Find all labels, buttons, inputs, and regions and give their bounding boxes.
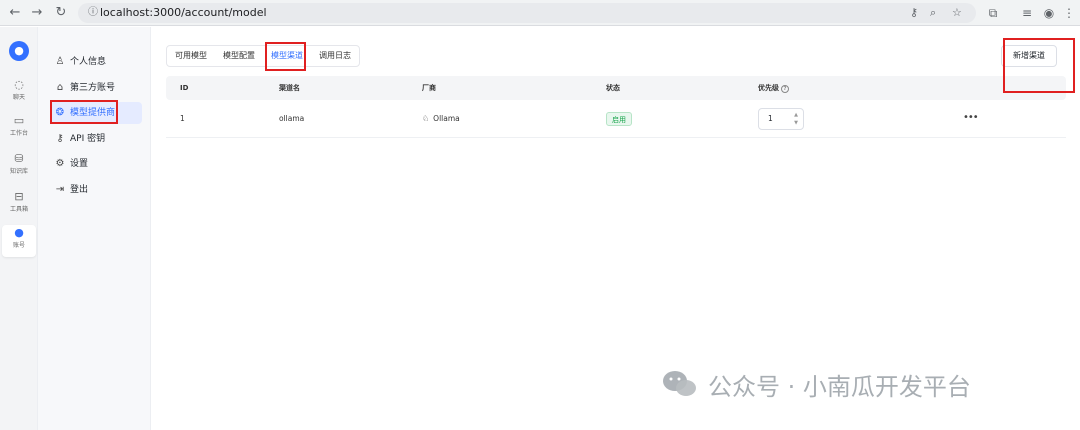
sidebar-item-label: 登出: [70, 185, 89, 195]
main-content: 可用模型 模型配置 模型渠道 调用日志 新增渠道 ID 渠道名 厂商 状态 优先…: [151, 27, 1080, 430]
column-header-id: ID: [180, 84, 189, 92]
extensions-icon[interactable]: ⧉: [984, 4, 1002, 22]
priority-stepper[interactable]: 1 ▲ ▼: [758, 108, 804, 130]
workbench-icon: ▭: [13, 114, 25, 127]
help-icon[interactable]: ?: [781, 85, 789, 93]
logout-icon: ⇥: [55, 184, 65, 195]
priority-value: 1: [768, 114, 773, 123]
cell-vendor: ♘ Ollama: [422, 114, 460, 123]
tab-call-logs[interactable]: 调用日志: [311, 46, 359, 66]
wechat-logo-icon: [663, 371, 696, 396]
sidebar-item-label: 设置: [70, 159, 89, 169]
rail-item-label: 工作台: [9, 130, 28, 137]
forward-icon[interactable]: →: [28, 4, 46, 22]
table-row: 1 ollama ♘ Ollama 启用 1 ▲ ▼ •••: [166, 100, 1066, 138]
rail-item-label: 知识库: [9, 168, 28, 175]
account-sidebar: ♙ 个人信息 ⌂ 第三方账号 ❂ 模型提供商 ⚷ API 密钥 ⚙ 设置 ⇥ 登出: [38, 27, 151, 430]
rail-item-workbench[interactable]: ▭ 工作台: [2, 113, 36, 145]
reload-icon[interactable]: ↻: [52, 4, 70, 22]
password-key-icon[interactable]: ⚷: [910, 6, 918, 20]
status-badge: 启用: [606, 112, 632, 126]
chat-icon: ◌: [14, 78, 24, 91]
highlight-box-sidebar: [50, 100, 118, 124]
highlight-box-tab: [265, 42, 306, 71]
address-bar[interactable]: ⓘ localhost:3000/account/model ⚷ ⌕ ☆: [78, 3, 976, 23]
rail-item-account[interactable]: ● 账号: [2, 225, 36, 257]
browser-toolbar: ← → ↻ ⓘ localhost:3000/account/model ⚷ ⌕…: [0, 0, 1080, 26]
table-header: ID 渠道名 厂商 状态 优先级?: [166, 76, 1066, 100]
database-icon: ⛁: [14, 152, 24, 165]
ollama-logo-icon: ♘: [422, 114, 430, 123]
cell-id: 1: [180, 114, 185, 123]
stepper-arrows-icon[interactable]: ▲ ▼: [792, 111, 800, 127]
star-icon[interactable]: ☆: [952, 6, 962, 20]
app-rail: ● ◌ 聊天 ▭ 工作台 ⛁ 知识库 ⊟ 工具箱 ● 账号: [0, 27, 38, 430]
reading-list-icon[interactable]: ≡: [1018, 4, 1036, 22]
channel-table: ID 渠道名 厂商 状态 优先级? 1 ollama ♘ Ollama 启用 1 …: [166, 76, 1066, 138]
sidebar-item-label: 第三方账号: [70, 83, 116, 93]
back-icon[interactable]: ←: [6, 4, 24, 22]
tab-model-config[interactable]: 模型配置: [215, 46, 263, 66]
zoom-icon[interactable]: ⌕: [930, 6, 936, 20]
sidebar-item-settings[interactable]: ⚙ 设置: [50, 153, 142, 175]
key-icon: ⚷: [56, 133, 64, 144]
rail-item-label: 工具箱: [9, 206, 28, 213]
tab-bar: 可用模型 模型配置 模型渠道 调用日志: [166, 45, 360, 67]
rail-item-label: 聊天: [12, 94, 25, 101]
sidebar-item-third-party[interactable]: ⌂ 第三方账号: [50, 77, 142, 99]
more-actions-icon[interactable]: •••: [963, 100, 979, 138]
profile-icon[interactable]: ◉: [1040, 4, 1058, 22]
sidebar-item-label: 个人信息: [70, 57, 107, 67]
sidebar-item-logout[interactable]: ⇥ 登出: [50, 179, 142, 201]
column-header-status: 状态: [606, 84, 620, 92]
rail-item-toolbox[interactable]: ⊟ 工具箱: [2, 189, 36, 221]
column-header-priority: 优先级?: [758, 76, 789, 100]
cell-channel-name: ollama: [279, 114, 305, 123]
gear-icon: ⚙: [55, 158, 65, 169]
watermark-text: 公众号 · 小南瓜开发平台: [708, 373, 971, 401]
rail-item-label: 账号: [12, 242, 25, 249]
site-info-icon[interactable]: ⓘ: [86, 6, 100, 20]
avatar[interactable]: ●: [9, 41, 29, 61]
column-header-channel: 渠道名: [279, 84, 300, 92]
link-icon: ⌂: [56, 82, 64, 93]
sidebar-item-label: API 密钥: [70, 134, 106, 144]
tab-available-models[interactable]: 可用模型: [167, 46, 215, 66]
user-icon: ♙: [55, 56, 65, 67]
sidebar-item-profile[interactable]: ♙ 个人信息: [50, 51, 142, 73]
toolbox-icon: ⊟: [14, 190, 24, 203]
url-text: localhost:3000/account/model: [100, 6, 267, 19]
rail-item-knowledge[interactable]: ⛁ 知识库: [2, 151, 36, 183]
sidebar-item-api-key[interactable]: ⚷ API 密钥: [50, 128, 142, 150]
highlight-box-add-button: [1003, 38, 1075, 93]
browser-menu-icon[interactable]: ⋮: [1060, 4, 1078, 22]
rail-item-chat[interactable]: ◌ 聊天: [2, 77, 36, 109]
user-icon: ●: [14, 226, 24, 239]
column-header-vendor: 厂商: [422, 84, 436, 92]
